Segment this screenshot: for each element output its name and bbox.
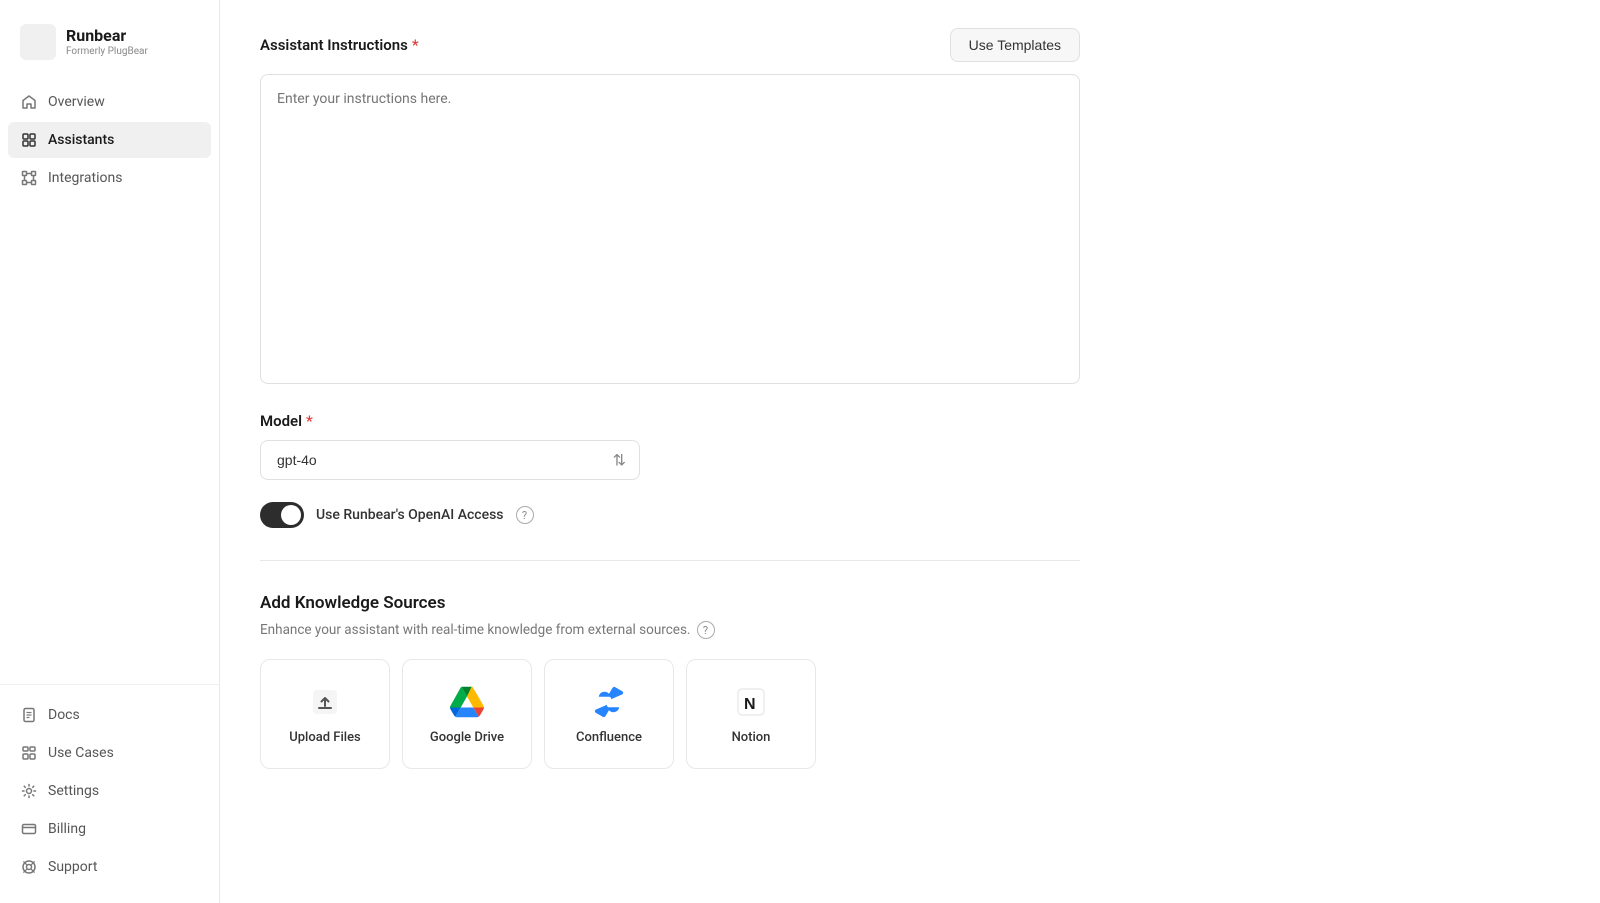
upload-files-label: Upload Files — [289, 730, 361, 745]
sidebar-item-assistants-label: Assistants — [48, 132, 114, 148]
home-icon — [20, 93, 38, 111]
settings-icon — [20, 782, 38, 800]
sidebar: 🐻 Runbear Formerly PlugBear Overview — [0, 0, 220, 903]
knowledge-section-desc: Enhance your assistant with real-time kn… — [260, 621, 1080, 639]
toggle-slider — [260, 502, 304, 528]
sidebar-item-integrations[interactable]: Integrations — [8, 160, 211, 196]
knowledge-section-title: Add Knowledge Sources — [260, 593, 1080, 613]
sidebar-item-docs[interactable]: Docs — [8, 697, 211, 733]
upload-files-icon — [307, 684, 343, 720]
docs-icon — [20, 706, 38, 724]
confluence-icon — [591, 684, 627, 720]
knowledge-cards: Upload Files Google Driv — [260, 659, 1080, 769]
sidebar-item-billing-label: Billing — [48, 821, 86, 837]
sidebar-item-support[interactable]: Support — [8, 849, 211, 885]
notion-label: Notion — [732, 730, 771, 745]
sidebar-item-overview-label: Overview — [48, 94, 105, 110]
openai-access-toggle[interactable] — [260, 502, 304, 528]
notion-icon: N — [733, 684, 769, 720]
confluence-label: Confluence — [576, 730, 642, 745]
sidebar-item-settings[interactable]: Settings — [8, 773, 211, 809]
model-select[interactable]: gpt-4o gpt-4 gpt-3.5-turbo — [260, 440, 640, 480]
use-templates-button[interactable]: Use Templates — [950, 28, 1080, 62]
knowledge-card-google-drive[interactable]: Google Drive — [402, 659, 532, 769]
use-cases-icon — [20, 744, 38, 762]
sidebar-item-settings-label: Settings — [48, 783, 99, 799]
sidebar-item-overview[interactable]: Overview — [8, 84, 211, 120]
sidebar-item-support-label: Support — [48, 859, 97, 875]
instructions-textarea[interactable] — [260, 74, 1080, 384]
sidebar-item-assistants[interactable]: Assistants — [8, 122, 211, 158]
google-drive-label: Google Drive — [430, 730, 504, 745]
sidebar-item-use-cases[interactable]: Use Cases — [8, 735, 211, 771]
required-star: * — [412, 36, 419, 54]
sidebar-nav-bottom: Docs Use Cases Settings — [0, 684, 219, 887]
assistants-icon — [20, 131, 38, 149]
sidebar-item-billing[interactable]: Billing — [8, 811, 211, 847]
toggle-label: Use Runbear's OpenAI Access — [316, 507, 504, 523]
instructions-title: Assistant Instructions * — [260, 36, 419, 54]
knowledge-card-upload-files[interactable]: Upload Files — [260, 659, 390, 769]
main-content: Assistant Instructions * Use Templates M… — [220, 0, 1600, 903]
model-title: Model * — [260, 412, 1080, 430]
model-select-wrapper: gpt-4o gpt-4 gpt-3.5-turbo ⇅ — [260, 440, 640, 480]
sidebar-item-docs-label: Docs — [48, 707, 80, 723]
knowledge-card-confluence[interactable]: Confluence — [544, 659, 674, 769]
billing-icon — [20, 820, 38, 838]
instructions-section-header: Assistant Instructions * Use Templates — [260, 28, 1080, 62]
svg-text:N: N — [744, 696, 756, 713]
logo: 🐻 Runbear Formerly PlugBear — [0, 16, 219, 84]
knowledge-card-notion[interactable]: N Notion — [686, 659, 816, 769]
model-required-star: * — [306, 412, 313, 430]
help-icon[interactable]: ? — [516, 506, 534, 524]
knowledge-section: Add Knowledge Sources Enhance your assis… — [260, 593, 1080, 769]
support-icon — [20, 858, 38, 876]
toggle-section: Use Runbear's OpenAI Access ? — [260, 502, 1080, 528]
integrations-icon — [20, 169, 38, 187]
knowledge-help-icon[interactable]: ? — [697, 621, 715, 639]
sidebar-nav-top: Overview Assistants — [0, 84, 219, 684]
brand-name: Runbear — [66, 26, 148, 45]
google-drive-icon — [449, 684, 485, 720]
section-divider — [260, 560, 1080, 561]
sidebar-item-integrations-label: Integrations — [48, 170, 122, 186]
brand-formerly: Formerly PlugBear — [66, 46, 148, 58]
sidebar-item-use-cases-label: Use Cases — [48, 745, 114, 761]
runbear-logo-icon: 🐻 — [20, 24, 56, 60]
model-section: Model * gpt-4o gpt-4 gpt-3.5-turbo ⇅ — [260, 412, 1080, 480]
